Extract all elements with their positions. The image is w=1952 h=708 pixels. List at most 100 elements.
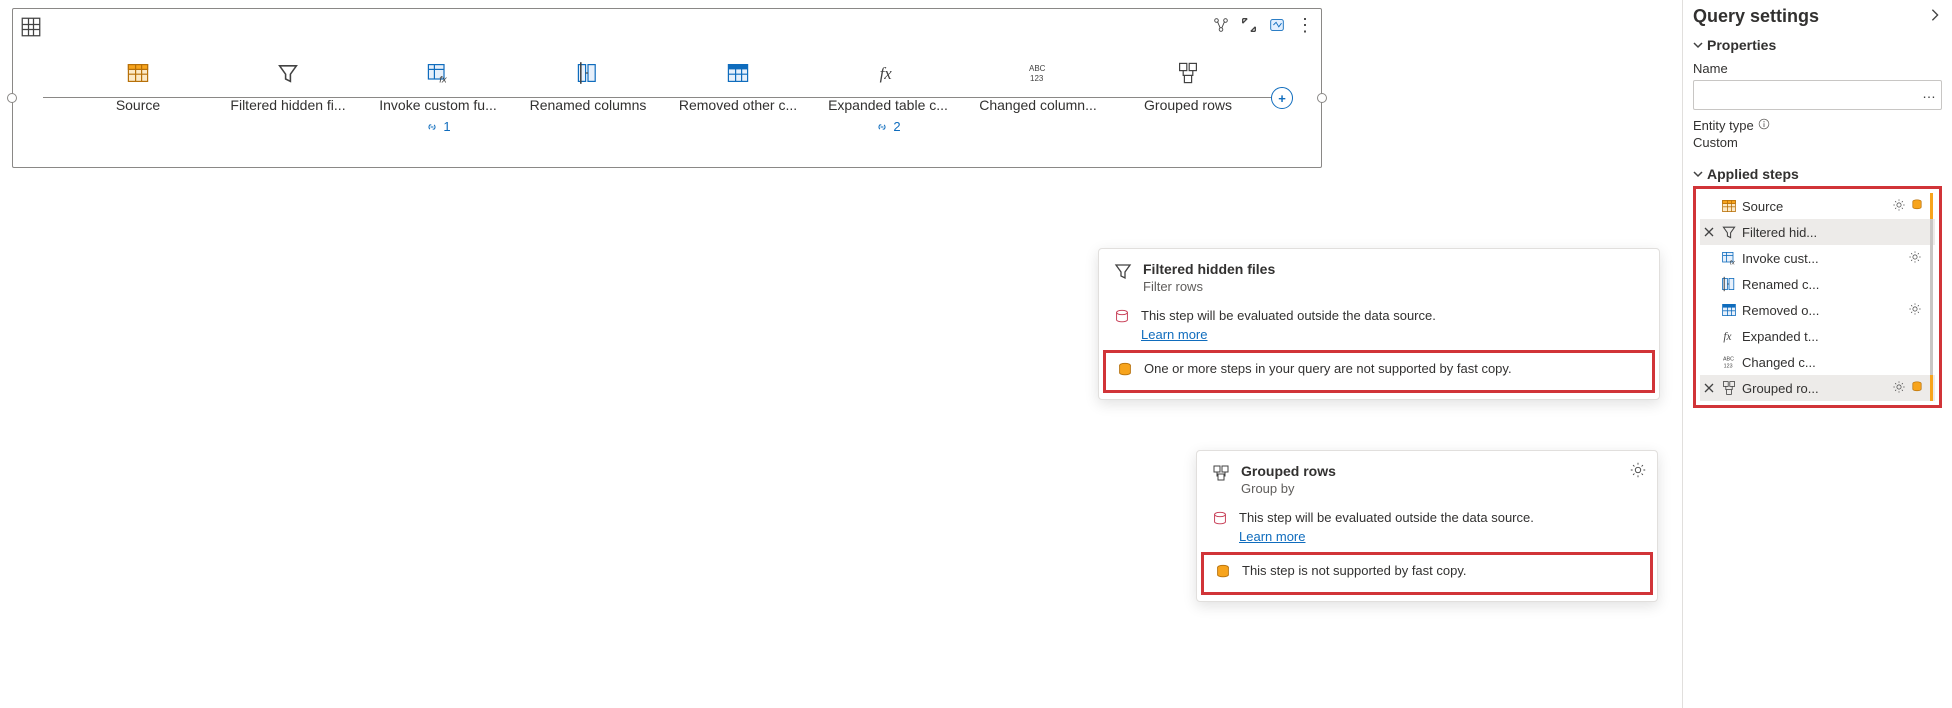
chevron-down-icon [1693, 40, 1703, 50]
card-subtitle: Filter rows [1143, 279, 1275, 294]
flow-node[interactable]: fx Invoke custom fu... 1 [363, 59, 513, 134]
learn-more-link[interactable]: Learn more [1239, 529, 1534, 544]
gear-icon[interactable] [1908, 302, 1924, 319]
link-badge[interactable]: 1 [425, 119, 450, 134]
applied-steps-list: Source Filtered hid... fx Invoke cust...… [1693, 186, 1942, 408]
step-status-bar [1930, 219, 1933, 245]
entity-type-label: Entity type [1693, 118, 1754, 133]
panel-title: Query settings [1693, 6, 1819, 27]
svg-text:ABC: ABC [1723, 357, 1734, 363]
step-status-bar [1930, 349, 1933, 375]
gear-icon[interactable] [1908, 250, 1924, 267]
delete-step-icon[interactable] [1702, 227, 1716, 237]
group-icon [1211, 463, 1231, 486]
info-icon[interactable] [1758, 118, 1770, 133]
flow-node-label: Removed other c... [679, 97, 797, 113]
fx-icon: fx [1720, 328, 1738, 344]
data-preview-icon[interactable] [1267, 15, 1287, 35]
fx-table-icon: fx [424, 59, 452, 87]
step-label: Source [1742, 199, 1888, 214]
step-status-bar [1930, 323, 1933, 349]
flow-node-label: Expanded table c... [828, 97, 948, 113]
warn-db-icon [1211, 510, 1229, 531]
svg-text:123: 123 [1030, 74, 1044, 83]
abc123-icon: ABC123 [1024, 59, 1052, 87]
svg-text:fx: fx [439, 75, 448, 85]
diagram-view-icon[interactable] [1211, 15, 1231, 35]
filter-icon [274, 59, 302, 87]
database-icon [1910, 380, 1924, 397]
flow-node[interactable]: Removed other c... [663, 59, 813, 113]
flow-node[interactable]: Source [63, 59, 213, 113]
database-icon [1910, 198, 1924, 215]
table-orange-icon [124, 59, 152, 87]
abc123-icon: ABC123 [1720, 352, 1738, 372]
warning-text: This step will be evaluated outside the … [1239, 510, 1534, 525]
flow-node-label: Filtered hidden fi... [230, 97, 345, 113]
applied-step[interactable]: ABC123 Changed c... [1700, 349, 1935, 375]
tooltip-card-grouped: Grouped rows Group by This step will be … [1196, 450, 1658, 602]
learn-more-link[interactable]: Learn more [1141, 327, 1436, 342]
svg-text:fx: fx [1723, 331, 1731, 343]
rename-col-icon [574, 59, 602, 87]
entity-type-value: Custom [1693, 135, 1942, 150]
group-icon [1720, 380, 1738, 396]
svg-text:123: 123 [1724, 363, 1733, 369]
filter-icon [1720, 224, 1738, 240]
applied-step[interactable]: Renamed c... [1700, 271, 1935, 297]
group-icon [1174, 59, 1202, 87]
step-label: Removed o... [1742, 303, 1904, 318]
fastcopy-warning-text: One or more steps in your query are not … [1144, 361, 1512, 376]
name-input[interactable] [1693, 80, 1942, 110]
svg-text:fx: fx [1730, 259, 1736, 266]
step-label: Invoke cust... [1742, 251, 1904, 266]
flow-entry-connector [7, 93, 17, 103]
applied-step[interactable]: Grouped ro... [1700, 375, 1935, 401]
step-status-bar [1930, 271, 1933, 297]
filter-icon [1113, 261, 1133, 284]
svg-text:ABC: ABC [1029, 64, 1046, 73]
applied-steps-section[interactable]: Applied steps [1693, 166, 1942, 182]
delete-step-icon[interactable] [1702, 383, 1716, 393]
table-blue-icon [1720, 302, 1738, 318]
flow-exit-connector [1317, 93, 1327, 103]
flow-node[interactable]: fx Expanded table c... 2 [813, 59, 963, 134]
query-flow-panel: ⋮ Source Filtered hidden fi... fx Invoke… [12, 8, 1322, 168]
flow-nodes: Source Filtered hidden fi... fx Invoke c… [63, 59, 1263, 134]
more-icon[interactable]: ⋮ [1295, 15, 1315, 35]
card-subtitle: Group by [1241, 481, 1336, 496]
chevron-down-icon [1693, 169, 1703, 179]
step-status-bar [1930, 193, 1933, 219]
step-label: Filtered hid... [1742, 225, 1920, 240]
applied-step[interactable]: fx Invoke cust... [1700, 245, 1935, 271]
add-step-button[interactable]: + [1271, 87, 1293, 109]
applied-step[interactable]: fx Expanded t... [1700, 323, 1935, 349]
db-warn-icon [1116, 361, 1134, 382]
flow-node[interactable]: Filtered hidden fi... [213, 59, 363, 113]
fastcopy-warning-text: This step is not supported by fast copy. [1242, 563, 1467, 578]
link-badge[interactable]: 2 [875, 119, 900, 134]
flow-node[interactable]: ABC123 Changed column... [963, 59, 1113, 113]
warning-text: This step will be evaluated outside the … [1141, 308, 1436, 323]
applied-step[interactable]: Removed o... [1700, 297, 1935, 323]
gear-icon[interactable] [1629, 461, 1647, 482]
flow-node[interactable]: Renamed columns [513, 59, 663, 113]
flow-node-label: Source [116, 97, 160, 113]
properties-section[interactable]: Properties [1693, 37, 1942, 53]
chevron-right-icon[interactable] [1928, 6, 1942, 27]
tooltip-card-filtered: Filtered hidden files Filter rows This s… [1098, 248, 1660, 400]
warn-db-icon [1113, 308, 1131, 329]
rename-col-icon [1720, 276, 1738, 292]
step-label: Changed c... [1742, 355, 1920, 370]
step-status-bar [1930, 375, 1933, 401]
flow-node[interactable]: Grouped rows [1113, 59, 1263, 113]
applied-step[interactable]: Source [1700, 193, 1935, 219]
name-label: Name [1693, 61, 1942, 76]
step-label: Expanded t... [1742, 329, 1920, 344]
input-options-button[interactable]: … [1922, 85, 1936, 101]
gear-icon[interactable] [1892, 198, 1908, 215]
svg-text:fx: fx [880, 64, 893, 83]
collapse-icon[interactable] [1239, 15, 1259, 35]
gear-icon[interactable] [1892, 380, 1908, 397]
applied-step[interactable]: Filtered hid... [1700, 219, 1935, 245]
